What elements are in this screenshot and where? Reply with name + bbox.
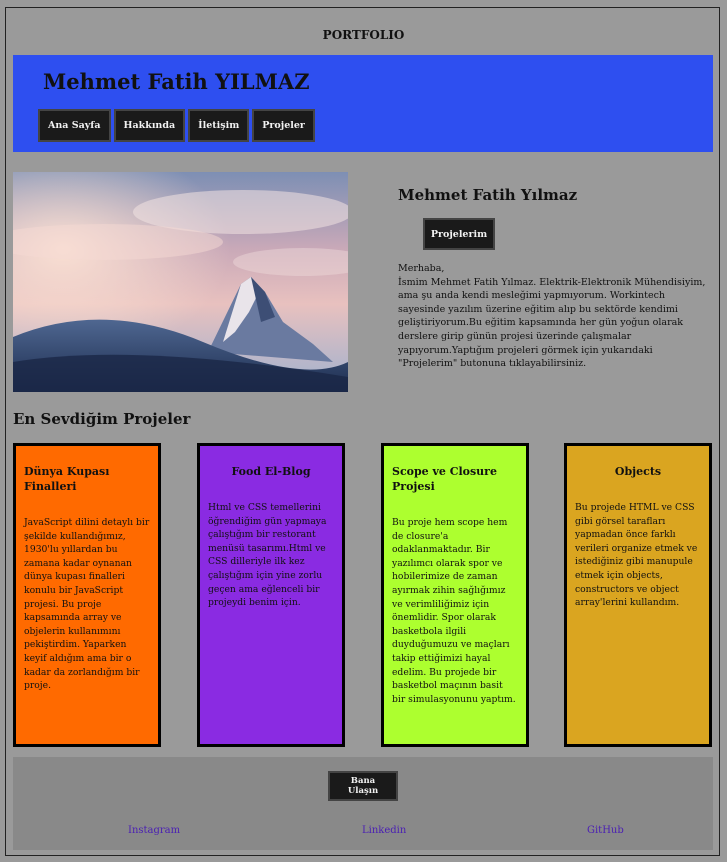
nav-home-button[interactable]: Ana Sayfa <box>38 109 111 142</box>
intro-paragraph: İsmim Mehmet Fatih Yılmaz. Elektrik-Elek… <box>398 276 706 370</box>
favorite-projects-title: En Sevdiğim Projeler <box>13 410 191 428</box>
project-card-food-blog: Food El-Blog Html ve CSS temellerini öğr… <box>197 443 345 747</box>
project-card-text: JavaScript dilini detaylı bir şekilde ku… <box>24 517 150 692</box>
project-card-text: Bu projede HTML ve CSS gibi görsel taraf… <box>575 502 698 609</box>
project-card-scope-closure: Scope ve Closure Projesi Bu proje hem sc… <box>381 443 529 747</box>
mountain-photo <box>13 172 348 392</box>
footer: Bana Ulaşın Instagram Linkedin GitHub <box>13 757 713 850</box>
project-card-title: Dünya Kupası Finalleri <box>24 465 110 493</box>
profile-name: Mehmet Fatih Yılmaz <box>398 186 578 204</box>
project-card-text: Html ve CSS temellerini öğrendiğim gün y… <box>208 502 327 609</box>
project-card-world-cup: Dünya Kupası Finalleri JavaScript dilini… <box>13 443 161 747</box>
project-card-objects: Objects Bu projede HTML ve CSS gibi görs… <box>564 443 712 747</box>
projects-button[interactable]: Projelerim <box>423 218 495 250</box>
project-card-title: Food El-Blog <box>231 465 311 478</box>
nav-projects-button[interactable]: Projeler <box>252 109 315 142</box>
header-banner: Mehmet Fatih YILMAZ Ana Sayfa Hakkında İ… <box>13 55 713 152</box>
intro-text: Merhaba, İsmim Mehmet Fatih Yılmaz. Elek… <box>398 262 708 371</box>
github-link[interactable]: GitHub <box>587 825 624 836</box>
intro-greeting: Merhaba, <box>398 263 445 274</box>
instagram-link[interactable]: Instagram <box>128 825 180 836</box>
linkedin-link[interactable]: Linkedin <box>362 825 406 836</box>
nav-contact-button[interactable]: İletişim <box>188 109 250 142</box>
project-card-text: Bu proje hem scope hem de closure'a odak… <box>392 517 516 705</box>
main-nav: Ana Sayfa Hakkında İletişim Projeler <box>38 109 315 142</box>
site-owner-name: Mehmet Fatih YILMAZ <box>43 69 310 94</box>
nav-about-button[interactable]: Hakkında <box>113 109 186 142</box>
project-card-title: Objects <box>614 465 662 478</box>
portfolio-title: PORTFOLIO <box>322 28 405 42</box>
contact-me-button[interactable]: Bana Ulaşın <box>328 771 398 801</box>
project-card-title: Scope ve Closure Projesi <box>392 465 497 493</box>
